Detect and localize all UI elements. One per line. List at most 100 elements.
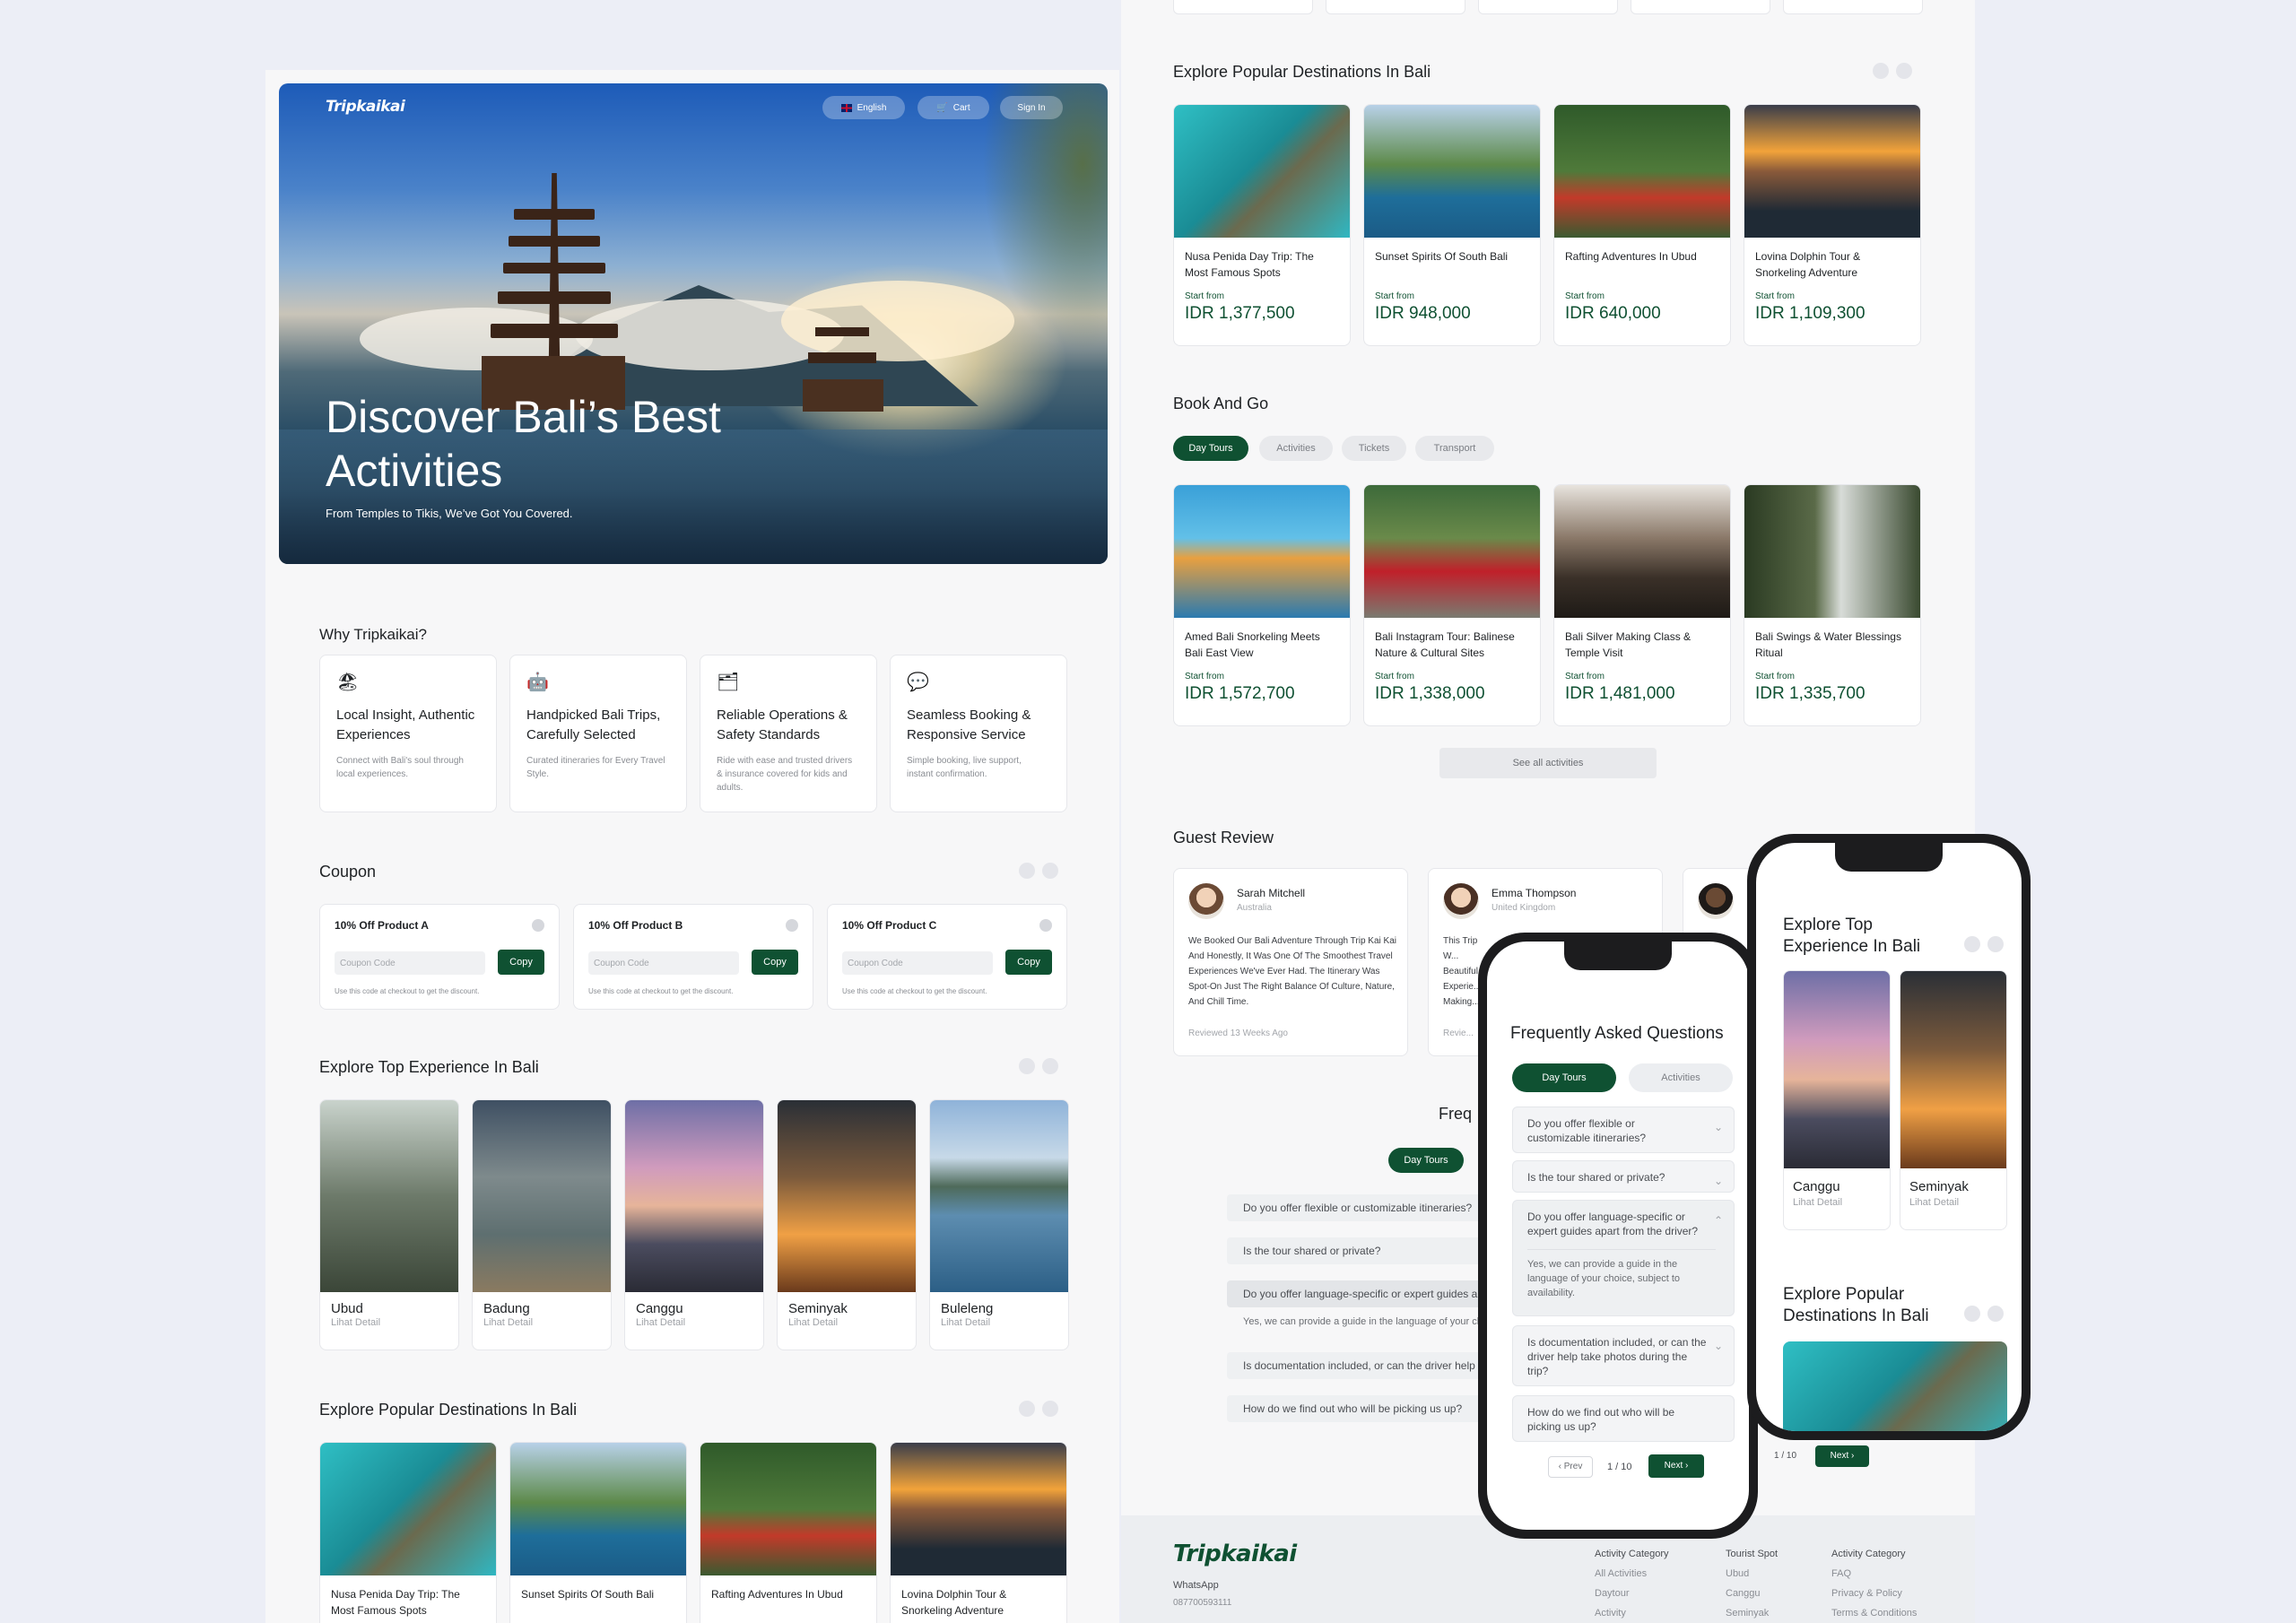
info-icon[interactable]: [532, 919, 544, 932]
faq-question[interactable]: How do we find out who will be picking u…: [1227, 1395, 1496, 1422]
footer-link[interactable]: Canggu: [1726, 1584, 1778, 1603]
footer-link[interactable]: Daytour: [1595, 1584, 1669, 1603]
info-icon[interactable]: [786, 919, 798, 932]
next-arrow-icon[interactable]: [1042, 1058, 1058, 1074]
coupon-code-field[interactable]: Coupon Code: [588, 951, 739, 975]
activity-price: IDR 1,572,700: [1185, 684, 1295, 703]
footer-link[interactable]: Ubud: [1726, 1564, 1778, 1584]
detail-link[interactable]: Lihat Detail: [1909, 1197, 1959, 1208]
destination-card[interactable]: Sunset Spirits Of South Bali Start from …: [1363, 104, 1541, 346]
destination-card[interactable]: Nusa Penida Day Trip: The Most Famous Sp…: [1173, 104, 1351, 346]
tab-activities[interactable]: Activities: [1259, 436, 1333, 461]
faq-question[interactable]: Is the tour shared or private? ⌄: [1512, 1160, 1735, 1193]
footer-logo[interactable]: Tripkaikai: [1173, 1541, 1297, 1567]
activity-card[interactable]: Bali Instagram Tour: Balinese Nature & C…: [1363, 484, 1541, 726]
activity-card[interactable]: Bali Swings & Water Blessings Ritual Sta…: [1744, 484, 1921, 726]
see-all-button[interactable]: See all activities: [1439, 748, 1657, 778]
footer-link[interactable]: FAQ: [1831, 1564, 1917, 1584]
brand-logo[interactable]: Tripkaikai: [326, 98, 405, 116]
next-arrow-icon[interactable]: [1042, 1401, 1058, 1417]
prev-arrow-icon[interactable]: [1019, 863, 1035, 879]
activity-name: Amed Bali Snorkeling Meets Bali East Vie…: [1185, 630, 1320, 659]
detail-link[interactable]: Lihat Detail: [941, 1317, 990, 1328]
destination-card[interactable]: Nusa Penida Day Trip: The Most Famous Sp…: [319, 1442, 497, 1623]
detail-link[interactable]: Lihat Detail: [636, 1317, 685, 1328]
popular-arrows[interactable]: [1873, 63, 1912, 79]
coupon-code-field[interactable]: Coupon Code: [335, 951, 485, 975]
faq-question[interactable]: How do we find out who will be picking u…: [1512, 1395, 1735, 1442]
prev-arrow-icon[interactable]: [1873, 63, 1889, 79]
top-experience-title: Explore Top Experience In Bali: [319, 1058, 539, 1076]
faq-tab-day-tours[interactable]: Day Tours: [1388, 1148, 1464, 1173]
language-selector[interactable]: English: [822, 96, 905, 119]
detail-link[interactable]: Lihat Detail: [331, 1317, 380, 1328]
mobile-next-button[interactable]: Next ›: [1815, 1445, 1869, 1467]
experience-card[interactable]: Canggu Lihat Detail: [624, 1099, 764, 1350]
next-arrow-icon[interactable]: [1987, 936, 2004, 952]
faq-question[interactable]: Is documentation included, or can the dr…: [1512, 1325, 1735, 1386]
pagoda-roof: [514, 209, 595, 220]
destination-card[interactable]: Lovina Dolphin Tour & Snorkeling Adventu…: [890, 1442, 1067, 1623]
next-arrow-icon[interactable]: [1987, 1306, 2004, 1322]
coupon-code-field[interactable]: Coupon Code: [842, 951, 993, 975]
destination-card[interactable]: Rafting Adventures In Ubud Start from ID…: [1553, 104, 1731, 346]
mobile-arrows[interactable]: [1964, 936, 2004, 952]
footer-link[interactable]: Terms & Conditions: [1831, 1603, 1917, 1623]
copy-button[interactable]: Copy: [752, 950, 798, 975]
prev-arrow-icon[interactable]: [1019, 1401, 1035, 1417]
experience-arrows[interactable]: [1019, 1058, 1058, 1074]
sign-in-button[interactable]: Sign In: [1000, 96, 1063, 119]
tab-transport[interactable]: Transport: [1415, 436, 1494, 461]
detail-link[interactable]: Lihat Detail: [788, 1317, 838, 1328]
copy-button[interactable]: Copy: [498, 950, 544, 975]
whatsapp-number[interactable]: 087700593111: [1173, 1598, 1231, 1608]
faq-question[interactable]: Is the tour shared or private?: [1227, 1237, 1496, 1264]
experience-card[interactable]: Seminyak Lihat Detail: [1900, 970, 2007, 1230]
footer-link[interactable]: Privacy & Policy: [1831, 1584, 1917, 1603]
prev-arrow-icon[interactable]: [1964, 936, 1980, 952]
destination-card[interactable]: Rafting Adventures In Ubud: [700, 1442, 877, 1623]
experience-card[interactable]: Badung Lihat Detail: [472, 1099, 612, 1350]
activity-card[interactable]: Bali Silver Making Class & Temple Visit …: [1553, 484, 1731, 726]
why-card-desc: Simple booking, live support, instant co…: [907, 756, 1022, 779]
tab-day-tours[interactable]: Day Tours: [1173, 436, 1248, 461]
faq-question-expanded[interactable]: Do you offer language-specific or expert…: [1512, 1200, 1735, 1316]
footer-link[interactable]: All Activities: [1595, 1564, 1669, 1584]
tab-tickets[interactable]: Tickets: [1342, 436, 1406, 461]
next-button[interactable]: Next ›: [1648, 1454, 1704, 1478]
experience-card[interactable]: Buleleng Lihat Detail: [929, 1099, 1069, 1350]
next-arrow-icon[interactable]: [1042, 863, 1058, 879]
prev-arrow-icon[interactable]: [1019, 1058, 1035, 1074]
start-from-label: Start from: [1565, 672, 1605, 681]
prev-button[interactable]: ‹ Prev: [1548, 1456, 1593, 1478]
footer-link[interactable]: Activity: [1595, 1603, 1669, 1623]
mobile-arrows[interactable]: [1964, 1306, 2004, 1322]
faq-question[interactable]: Do you offer flexible or customizable it…: [1512, 1107, 1735, 1153]
faq-question[interactable]: Is documentation included, or can the dr…: [1227, 1352, 1496, 1379]
detail-link[interactable]: Lihat Detail: [483, 1317, 533, 1328]
tab-activities[interactable]: Activities: [1629, 1063, 1733, 1092]
footer-link[interactable]: Seminyak: [1726, 1603, 1778, 1623]
nusa-penida-image[interactable]: [1783, 1341, 2007, 1431]
faq-question[interactable]: Do you offer language-specific or expert…: [1227, 1280, 1496, 1307]
book-title: Book And Go: [1173, 395, 1269, 412]
experience-card[interactable]: Seminyak Lihat Detail: [777, 1099, 917, 1350]
experience-card[interactable]: Ubud Lihat Detail: [319, 1099, 459, 1350]
next-arrow-icon[interactable]: [1896, 63, 1912, 79]
prev-arrow-icon[interactable]: [1964, 1306, 1980, 1322]
coupon-name: 10% Off Product B: [588, 919, 683, 932]
coupon-arrows[interactable]: [1019, 863, 1058, 879]
activity-card[interactable]: Amed Bali Snorkeling Meets Bali East Vie…: [1173, 484, 1351, 726]
info-icon[interactable]: [1039, 919, 1052, 932]
popular-arrows[interactable]: [1019, 1401, 1058, 1417]
detail-link[interactable]: Lihat Detail: [1793, 1197, 1842, 1208]
experience-card[interactable]: Canggu Lihat Detail: [1783, 970, 1891, 1230]
faq-question[interactable]: Do you offer flexible or customizable it…: [1227, 1194, 1496, 1221]
cart-button[interactable]: 🛒 Cart: [918, 96, 989, 119]
copy-button[interactable]: Copy: [1005, 950, 1052, 975]
destination-card[interactable]: Lovina Dolphin Tour & Snorkeling Adventu…: [1744, 104, 1921, 346]
destination-name: Nusa Penida Day Trip: The Most Famous Sp…: [331, 1588, 460, 1617]
tab-day-tours[interactable]: Day Tours: [1512, 1063, 1616, 1092]
canggu-image: [625, 1100, 763, 1292]
destination-card[interactable]: Sunset Spirits Of South Bali: [509, 1442, 687, 1623]
